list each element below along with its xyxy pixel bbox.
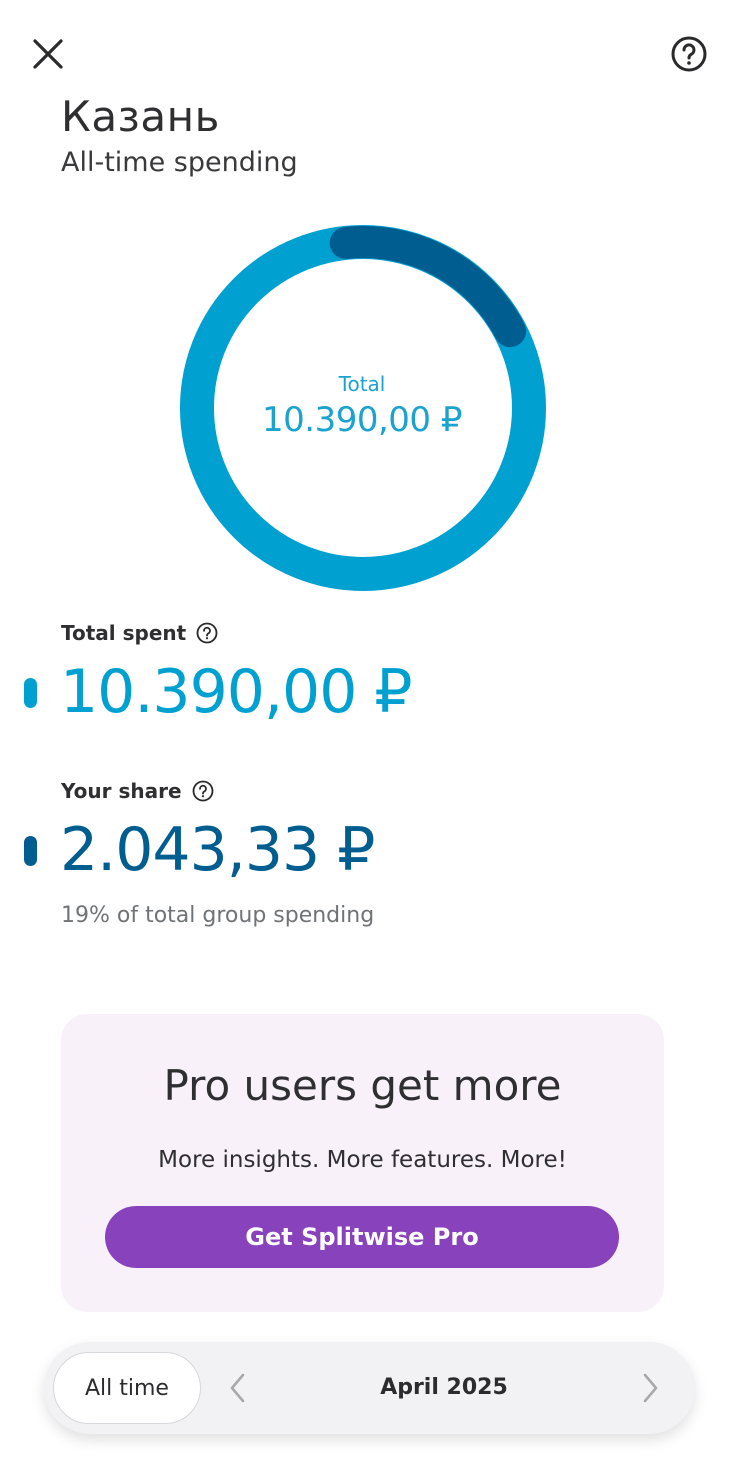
help-circle-icon[interactable] [669,34,709,74]
your-share-label: Your share [61,779,182,803]
period-selector: All time April 2025 [44,1342,695,1434]
total-spent-legend-marker [24,678,37,708]
pro-promo-subtitle: More insights. More features. More! [158,1147,567,1173]
close-icon[interactable] [30,36,66,72]
pro-promo-title: Pro users get more [163,1061,562,1110]
your-share-label-row: Your share [61,778,214,804]
total-spent-label-row: Total spent [61,620,218,646]
total-spent-value: 10.390,00 ₽ [60,657,413,727]
pro-promo-card: Pro users get more More insights. More f… [61,1014,664,1312]
chevron-right-icon[interactable] [638,1371,662,1405]
group-title: Казань [61,92,220,141]
spending-subtitle: All-time spending [61,147,298,178]
donut-share-arc [329,226,527,348]
total-spent-help-icon[interactable] [196,622,218,644]
current-period-label: April 2025 [380,1375,508,1400]
donut-center-value: 10.390,00 ₽ [262,400,462,440]
donut-center-label: Total [338,372,386,396]
all-time-button[interactable]: All time [53,1352,201,1424]
your-share-percentage-note: 19% of total group spending [61,903,375,928]
get-splitwise-pro-button[interactable]: Get Splitwise Pro [105,1206,619,1268]
your-share-value: 2.043,33 ₽ [60,815,375,885]
total-spent-label: Total spent [61,621,187,645]
your-share-help-icon[interactable] [192,780,214,802]
your-share-legend-marker [24,836,37,866]
chevron-left-icon[interactable] [226,1371,250,1405]
